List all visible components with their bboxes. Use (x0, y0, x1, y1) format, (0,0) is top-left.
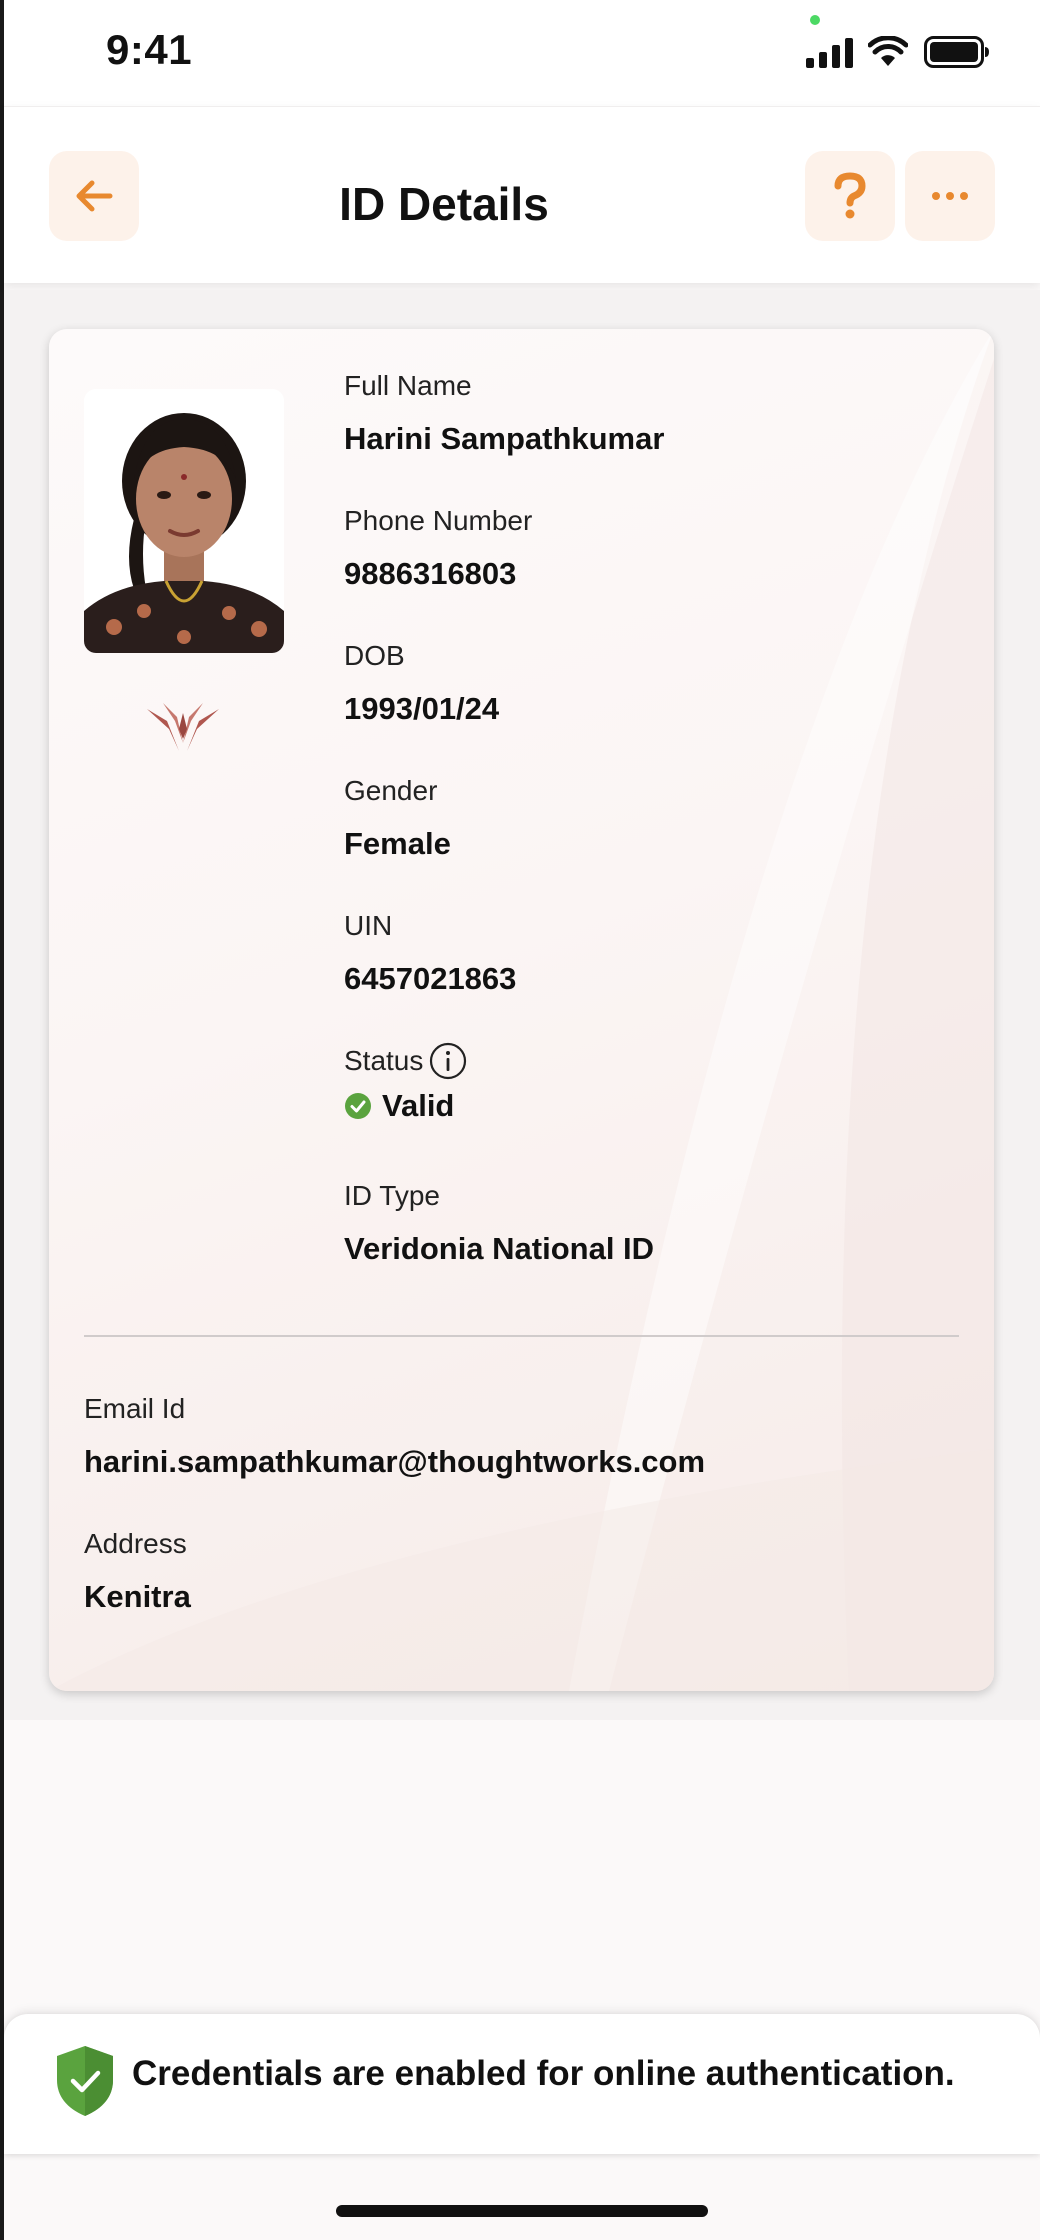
field-label: Full Name (344, 370, 472, 401)
field-id-type: ID Type Veridonia National ID (344, 1179, 654, 1267)
field-label: UIN (344, 910, 393, 941)
field-value: harini.sampathkumar@thoughtworks.com (84, 1444, 706, 1479)
field-label: Email Id (84, 1393, 186, 1424)
question-mark-icon (834, 172, 866, 219)
status-bar: 9:41 (4, 0, 1040, 106)
field-value: Kenitra (84, 1579, 191, 1614)
authentication-banner: Credentials are enabled for online authe… (4, 2014, 1040, 2154)
field-label: Gender (344, 775, 438, 806)
field-value: Female (344, 826, 451, 861)
check-circle-icon (345, 1093, 371, 1119)
help-button[interactable] (805, 151, 895, 241)
page-title: ID Details (339, 178, 549, 230)
shield-check-icon (57, 2046, 113, 2116)
field-label: Status (344, 1045, 424, 1076)
profile-photo (84, 389, 284, 653)
field-dob: DOB 1993/01/24 (344, 639, 499, 727)
field-value: Harini Sampathkumar (344, 421, 665, 456)
field-value: 9886316803 (344, 556, 517, 591)
field-label: Phone Number (344, 505, 533, 536)
field-email-id: Email Id harini.sampathkumar@thoughtwork… (84, 1392, 705, 1480)
ellipsis-icon (932, 192, 968, 200)
status-time: 9:41 (106, 26, 193, 73)
field-value: 1993/01/24 (344, 691, 500, 726)
field-uin: UIN 6457021863 (344, 909, 516, 997)
cellular-signal-icon (806, 38, 853, 68)
field-full-name: Full Name Harini Sampathkumar (344, 369, 664, 457)
issuer-logo-icon (147, 703, 219, 751)
field-address: Address Kenitra (84, 1527, 191, 1615)
banner-text: Credentials are enabled for online authe… (132, 2054, 955, 2093)
field-gender: Gender Female (344, 774, 451, 862)
app-header: ID Details (4, 106, 1040, 283)
privacy-indicator-dot (810, 15, 820, 25)
card-divider (84, 1335, 959, 1337)
field-label: DOB (344, 640, 405, 671)
field-label: ID Type (344, 1180, 440, 1211)
status-value: Valid (382, 1088, 455, 1123)
home-indicator[interactable] (336, 2205, 708, 2217)
more-options-button[interactable] (905, 151, 995, 241)
id-card: Full Name Harini Sampathkumar Phone Numb… (49, 329, 994, 1691)
battery-icon (924, 36, 989, 68)
field-value: Veridonia National ID (344, 1231, 655, 1266)
field-status: Status Valid (344, 1042, 467, 1124)
field-label: Address (84, 1528, 187, 1559)
wifi-icon (868, 36, 908, 66)
info-icon[interactable] (429, 1042, 467, 1080)
field-phone-number: Phone Number 9886316803 (344, 504, 532, 592)
field-value: 6457021863 (344, 961, 517, 996)
